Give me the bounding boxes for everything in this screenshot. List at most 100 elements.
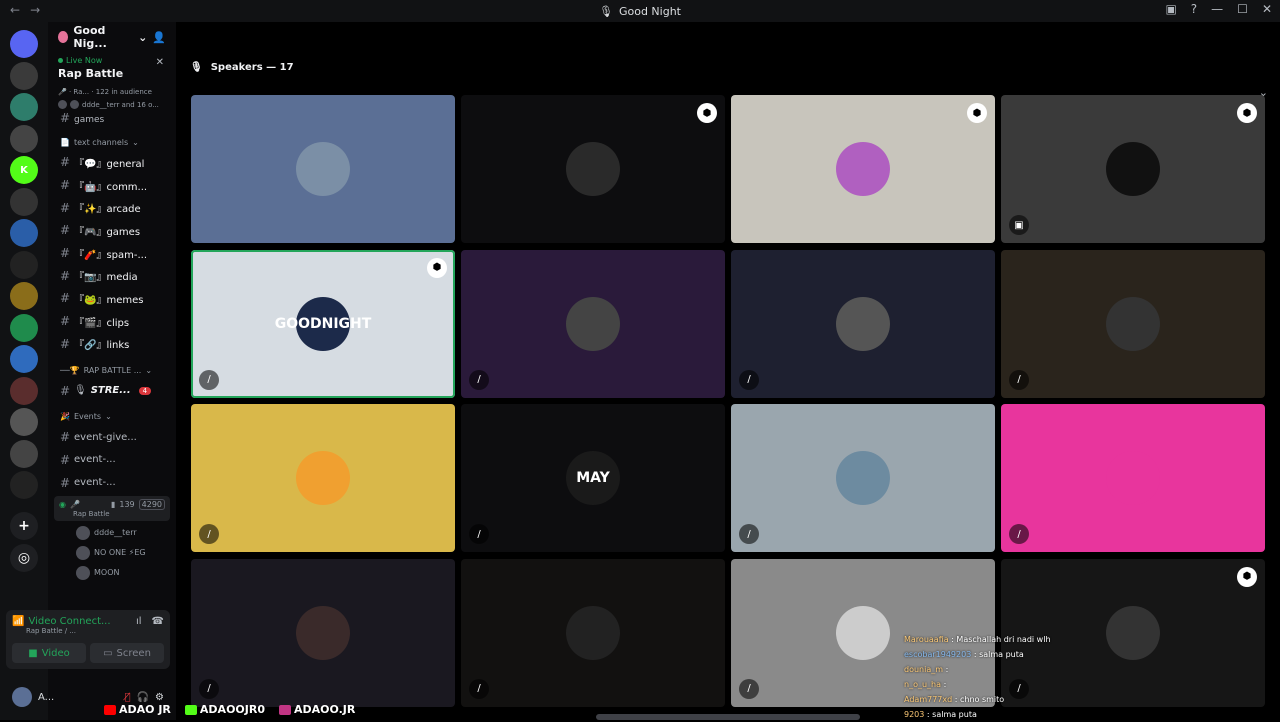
server-icon[interactable] (10, 313, 38, 342)
live-now-label: Live Now (58, 56, 166, 65)
server-icon[interactable] (10, 61, 38, 90)
speaker-avatar (836, 142, 890, 196)
voice-status: 📶 Video Connect... ıl ☎ (12, 616, 164, 627)
live-stage-attendees: ddde__terr and 16 o... (58, 100, 166, 109)
server-icon[interactable] (10, 219, 38, 247)
event-channel-item[interactable]: # event-... (48, 471, 176, 494)
category-rap-battle[interactable]: ──🏆 RAP BATTLE ... ⌄ (48, 361, 176, 379)
server-icon[interactable] (10, 93, 38, 121)
video-button[interactable]: ■ Video (12, 643, 86, 663)
channel-item[interactable]: # 『🐸』memes (48, 287, 176, 310)
screen-icon: ▭ (103, 647, 113, 659)
mute-icon[interactable]: 🎙̸ (125, 692, 131, 703)
gear-icon[interactable]: ⚙ (155, 692, 164, 703)
event-channel-item[interactable]: # event-... (48, 449, 176, 472)
explore-icon[interactable]: ◎ (10, 544, 38, 572)
channel-item[interactable]: # 『🎬』clips (48, 310, 176, 333)
chat-text: : Maschallah dri nadi wlh (951, 635, 1051, 644)
channel-item[interactable]: # 『🎮』games (48, 219, 176, 242)
chat-user: n_o_u_ha (904, 680, 942, 689)
speaker-tile[interactable]: / (191, 558, 455, 707)
speaker-tile[interactable]: / (1001, 404, 1265, 552)
speaker-tile[interactable]: ⬢ ▣ (1001, 95, 1265, 243)
speaker-tile[interactable]: / (461, 249, 725, 398)
category-text-channels[interactable]: 📄 text channels ⌄ (48, 133, 176, 151)
channel-item[interactable]: # 『💬』general (48, 151, 176, 174)
maximize-icon[interactable]: ☐ (1237, 2, 1248, 16)
hash-icon: # (60, 178, 71, 193)
server-icon[interactable] (10, 408, 38, 436)
chat-user: escobar1949203 (904, 650, 972, 659)
speaker-tile[interactable]: MAY / (461, 404, 725, 552)
server-icon[interactable] (10, 187, 38, 216)
server-icon[interactable] (10, 345, 38, 373)
noise-suppression-icon[interactable]: ıl (136, 616, 142, 627)
microphone-icon: 🎤 (69, 499, 80, 509)
close-window-icon[interactable]: ✕ (1262, 2, 1272, 16)
chat-message: Adam777xd : chno smito (904, 692, 1051, 707)
voice-channel-sub: Rap Battle / ... (26, 627, 76, 635)
category-events[interactable]: 🎉 Events ⌄ (48, 408, 176, 426)
add-server-icon[interactable]: + (10, 512, 38, 540)
instagram-icon (278, 704, 291, 715)
channel-item[interactable]: # 『✨』arcade (48, 196, 176, 219)
server-icon[interactable] (10, 471, 38, 499)
speaker-tile[interactable]: / (1001, 249, 1265, 398)
party-icon: 🎉 (60, 412, 70, 422)
speaker-avatar (296, 451, 350, 505)
disconnect-icon[interactable]: ☎ (152, 616, 164, 627)
server-icon[interactable] (10, 439, 38, 468)
server-icon[interactable]: K (10, 156, 38, 184)
hash-icon: # (60, 113, 71, 125)
speaker-tile[interactable]: / (731, 404, 995, 552)
guild-header[interactable]: Good Nig... ⌄ 👤 (48, 22, 176, 52)
moderator-shield-icon: ⬢ (697, 103, 717, 123)
channel-item[interactable]: # 『🤖』comm... (48, 174, 176, 197)
hash-icon: # (60, 383, 71, 398)
speaker-tile[interactable]: / (461, 558, 725, 707)
headphones-icon[interactable]: 🎧 (137, 692, 149, 703)
server-icon[interactable] (10, 376, 38, 405)
inbox-icon[interactable]: ▣ (1165, 2, 1176, 16)
stage-live-icon: ◉ (59, 499, 66, 509)
chevron-down-icon: ⌄ (132, 137, 139, 147)
speaker-tile[interactable]: GOODNIGHT ⬢ / (191, 249, 455, 398)
hash-icon: # (60, 155, 71, 170)
channel-stream[interactable]: # 🎙 STRE... 4 (48, 379, 176, 402)
channel-name: 『🎬』clips (74, 317, 130, 329)
voice-user[interactable]: NO ONE ⚡EG (48, 543, 176, 563)
channel-item[interactable]: # 『🔗』links (48, 333, 176, 356)
channel-item[interactable]: # 『🧨』spam-... (48, 242, 176, 265)
avatar[interactable] (12, 687, 32, 707)
voice-user[interactable]: ddde__terr (48, 523, 176, 543)
document-icon: 📄 (60, 137, 70, 147)
speaker-tile[interactable]: / (191, 404, 455, 552)
horizontal-scrollbar[interactable] (596, 714, 860, 720)
live-stage-meta: 🎤 · Ra... · 122 in audience (58, 88, 152, 96)
minimize-icon[interactable]: — (1211, 2, 1223, 16)
voice-channel-rap-battle[interactable]: ◉ 🎤 ▮ 139 4290 Rap Battle (54, 495, 170, 521)
speaker-tile[interactable]: ⬢ (731, 95, 995, 243)
channel-item[interactable]: # 『📷』media (48, 264, 176, 287)
speaker-avatar (1106, 142, 1160, 196)
speaker-tile[interactable] (191, 95, 455, 243)
event-channel-item[interactable]: # event-give... (48, 426, 176, 449)
channel-name: 『✨』arcade (74, 204, 141, 216)
close-icon[interactable]: ✕ (156, 57, 164, 68)
add-member-icon[interactable]: 👤 (152, 31, 166, 44)
speaker-tile[interactable]: / (731, 249, 995, 398)
server-icon[interactable] (10, 30, 38, 58)
speaker-avatar (566, 296, 620, 351)
server-icon[interactable] (10, 124, 38, 153)
forward-arrow-icon[interactable]: → (30, 3, 40, 17)
channel-name: event-give... (74, 431, 137, 443)
screen-share-button[interactable]: ▭ Screen (90, 643, 164, 663)
back-arrow-icon[interactable]: ← (10, 3, 20, 17)
speaker-tile[interactable]: ⬢ (461, 95, 725, 243)
channel-name: 『🤖』comm... (74, 181, 148, 193)
server-icon[interactable] (10, 282, 38, 310)
help-icon[interactable]: ? (1191, 2, 1197, 16)
avatar (76, 565, 90, 580)
voice-user[interactable]: MOON (48, 563, 176, 583)
server-icon[interactable] (10, 250, 38, 279)
